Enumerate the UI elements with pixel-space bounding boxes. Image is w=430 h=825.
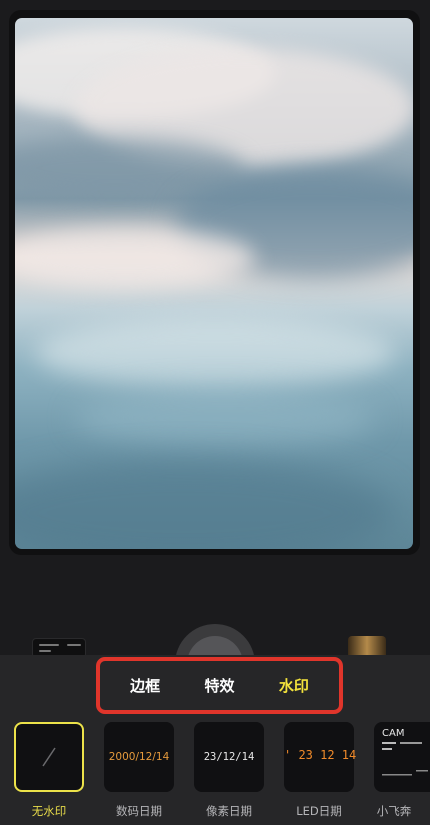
watermark-digital-date[interactable]: 2000/12/14	[104, 722, 174, 792]
camera-hud-icon	[382, 742, 428, 776]
tab-watermark[interactable]: 水印	[279, 675, 309, 696]
watermark-label: 小飞奔	[376, 804, 412, 818]
watermark-preview-text: ' 23 12 14	[284, 748, 357, 762]
tab-frame[interactable]: 边框	[130, 675, 160, 696]
watermark-led-date[interactable]: ' 23 12 14	[284, 722, 357, 792]
watermark-none[interactable]	[14, 722, 84, 792]
watermark-preview-text: 23/12/14	[203, 751, 255, 763]
watermark-label: 数码日期	[116, 804, 162, 818]
watermark-label: 像素日期	[206, 804, 252, 818]
watermark-xiaofeiben[interactable]: CAM	[374, 722, 430, 792]
edit-tabs: 边框 特效 水印	[96, 657, 343, 714]
watermark-pixel-date[interactable]: 23/12/14	[194, 722, 264, 792]
watermark-label: LED日期	[296, 804, 342, 818]
watermark-label: 无水印	[31, 804, 67, 818]
watermark-preview-text: 2000/12/14	[108, 751, 170, 763]
no-watermark-icon	[42, 747, 56, 767]
tab-effects[interactable]: 特效	[204, 675, 234, 696]
photo-preview	[15, 18, 413, 549]
